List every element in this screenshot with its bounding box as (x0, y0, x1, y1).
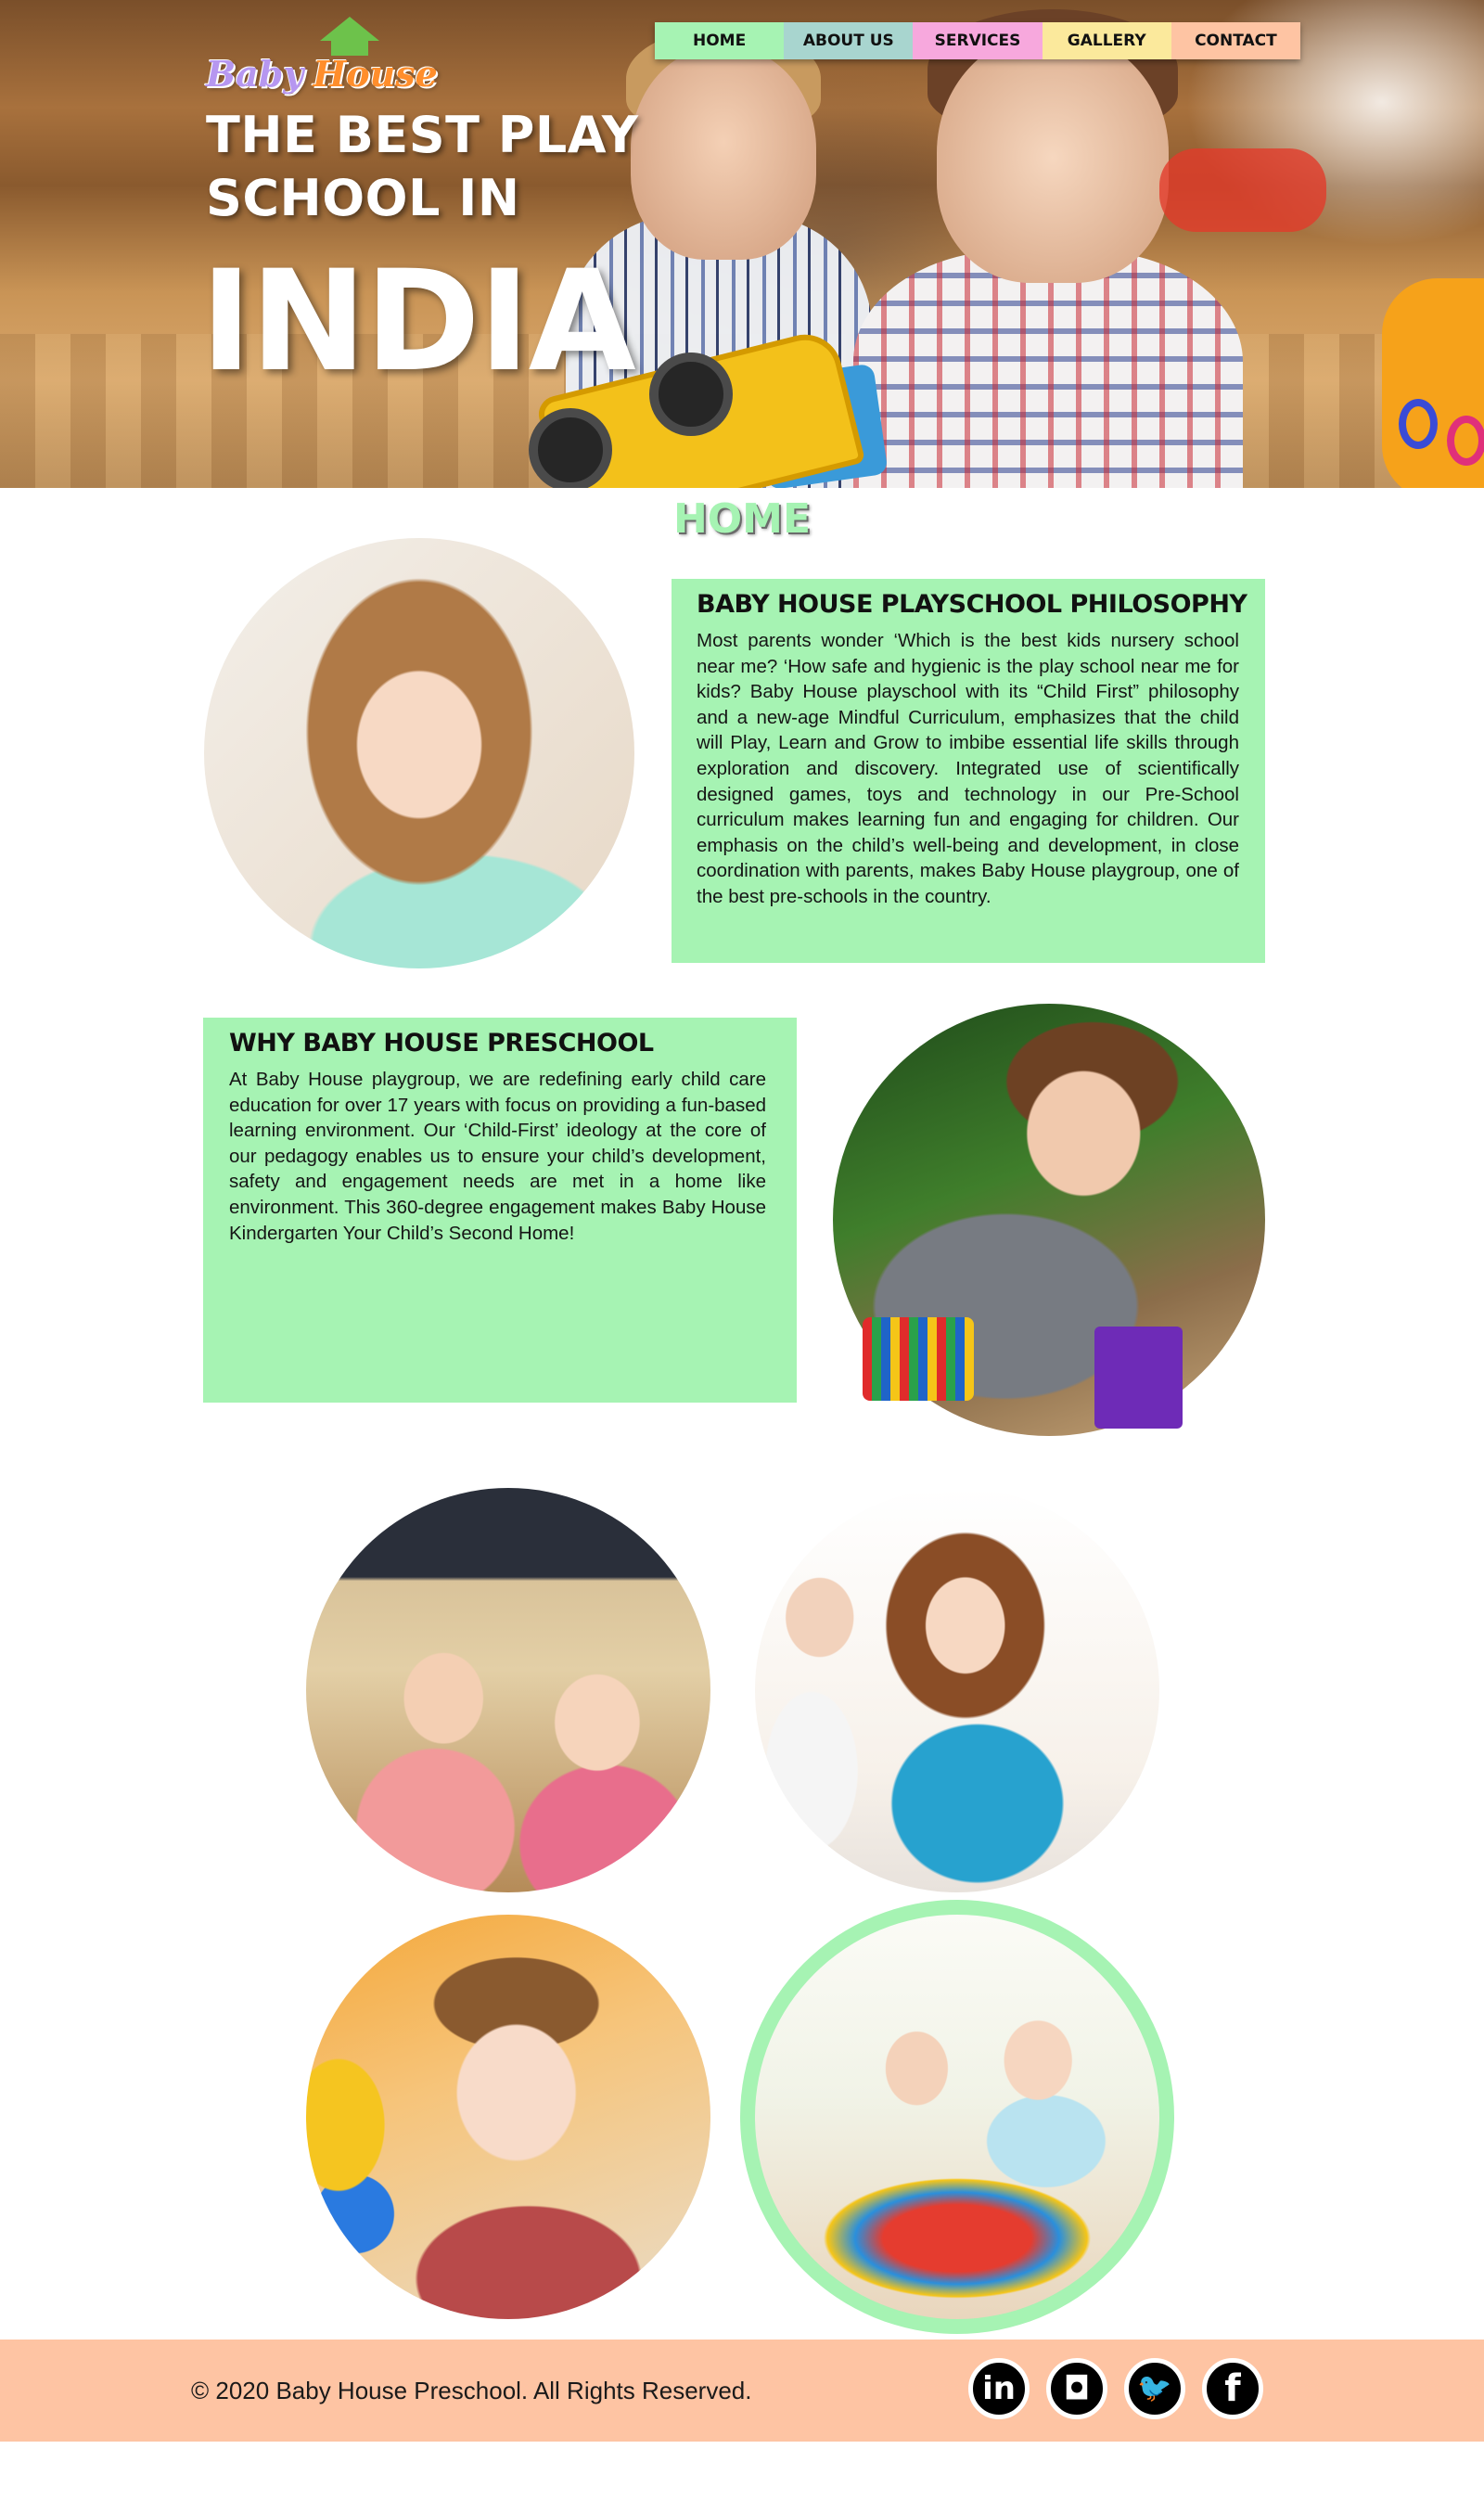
hero-toy-ring (1399, 399, 1438, 449)
nav-home[interactable]: HOME (655, 22, 785, 59)
main-nav: HOME ABOUT US SERVICES GALLERY CONTACT (655, 22, 1301, 59)
hero-toy-red (1159, 148, 1326, 232)
twitter-glyph: 🐦 (1137, 2372, 1172, 2404)
hero-photo-child-left-face (631, 46, 816, 260)
nav-services[interactable]: SERVICES (913, 22, 1043, 59)
photo-pencil-holder (863, 1317, 974, 1401)
copyright-text: © 2020 Baby House Preschool. All Rights … (191, 2377, 752, 2404)
photo-classroom-crafts (755, 1915, 1159, 2319)
hero-headline-line1: THE BEST PLAY (206, 106, 639, 164)
hero-headline-line2: SCHOOL IN (206, 169, 520, 227)
nav-gallery[interactable]: GALLERY (1042, 22, 1171, 59)
nav-contact[interactable]: CONTACT (1171, 22, 1301, 59)
site-footer: © 2020 Baby House Preschool. All Rights … (0, 2340, 1484, 2442)
instagram-glyph: ◘ (1063, 2370, 1091, 2407)
why-title: WHY BABY HOUSE PRESCHOOL (229, 1029, 654, 1058)
facebook-glyph: f (1224, 2367, 1241, 2410)
why-panel: WHY BABY HOUSE PRESCHOOL At Baby House p… (203, 1018, 797, 1403)
philosophy-panel: BABY HOUSE PLAYSCHOOL PHILOSOPHY Most pa… (672, 579, 1265, 963)
hero-photo-child-right-shirt (853, 250, 1243, 488)
nav-about-us[interactable]: ABOUT US (784, 22, 914, 59)
linkedin-glyph: in (982, 2370, 1016, 2407)
photo-purple-cup (1094, 1327, 1183, 1429)
hero-banner: Baby House THE BEST PLAY SCHOOL IN INDIA… (0, 0, 1484, 488)
hero-toy-ring (1447, 416, 1484, 466)
photo-toddler (306, 1915, 710, 2319)
photo-thinking-girl (204, 538, 634, 968)
page-title: HOME (672, 495, 812, 543)
instagram-icon[interactable]: ◘ (1046, 2358, 1107, 2419)
hero-headline-big: INDIA (200, 241, 636, 403)
twitter-icon[interactable]: 🐦 (1124, 2358, 1185, 2419)
facebook-icon[interactable]: f (1202, 2358, 1263, 2419)
philosophy-text: Most parents wonder ‘Which is the best k… (697, 630, 1239, 907)
hero-photo-child-right-face (937, 32, 1169, 283)
philosophy-title: BABY HOUSE PLAYSCHOOL PHILOSOPHY (697, 590, 1247, 619)
site-logo[interactable]: Baby House (206, 37, 438, 95)
linkedin-icon[interactable]: in (968, 2358, 1030, 2419)
photo-teacher-painting (755, 1488, 1159, 1892)
logo-text-house: House (313, 53, 438, 95)
photo-girls-at-desk (306, 1488, 710, 1892)
hero-toy-wheel (649, 353, 733, 436)
why-text: At Baby House playgroup, we are redefini… (229, 1069, 766, 1244)
hero-toy-wheel (529, 408, 612, 488)
logo-text-baby: Baby (206, 53, 304, 95)
